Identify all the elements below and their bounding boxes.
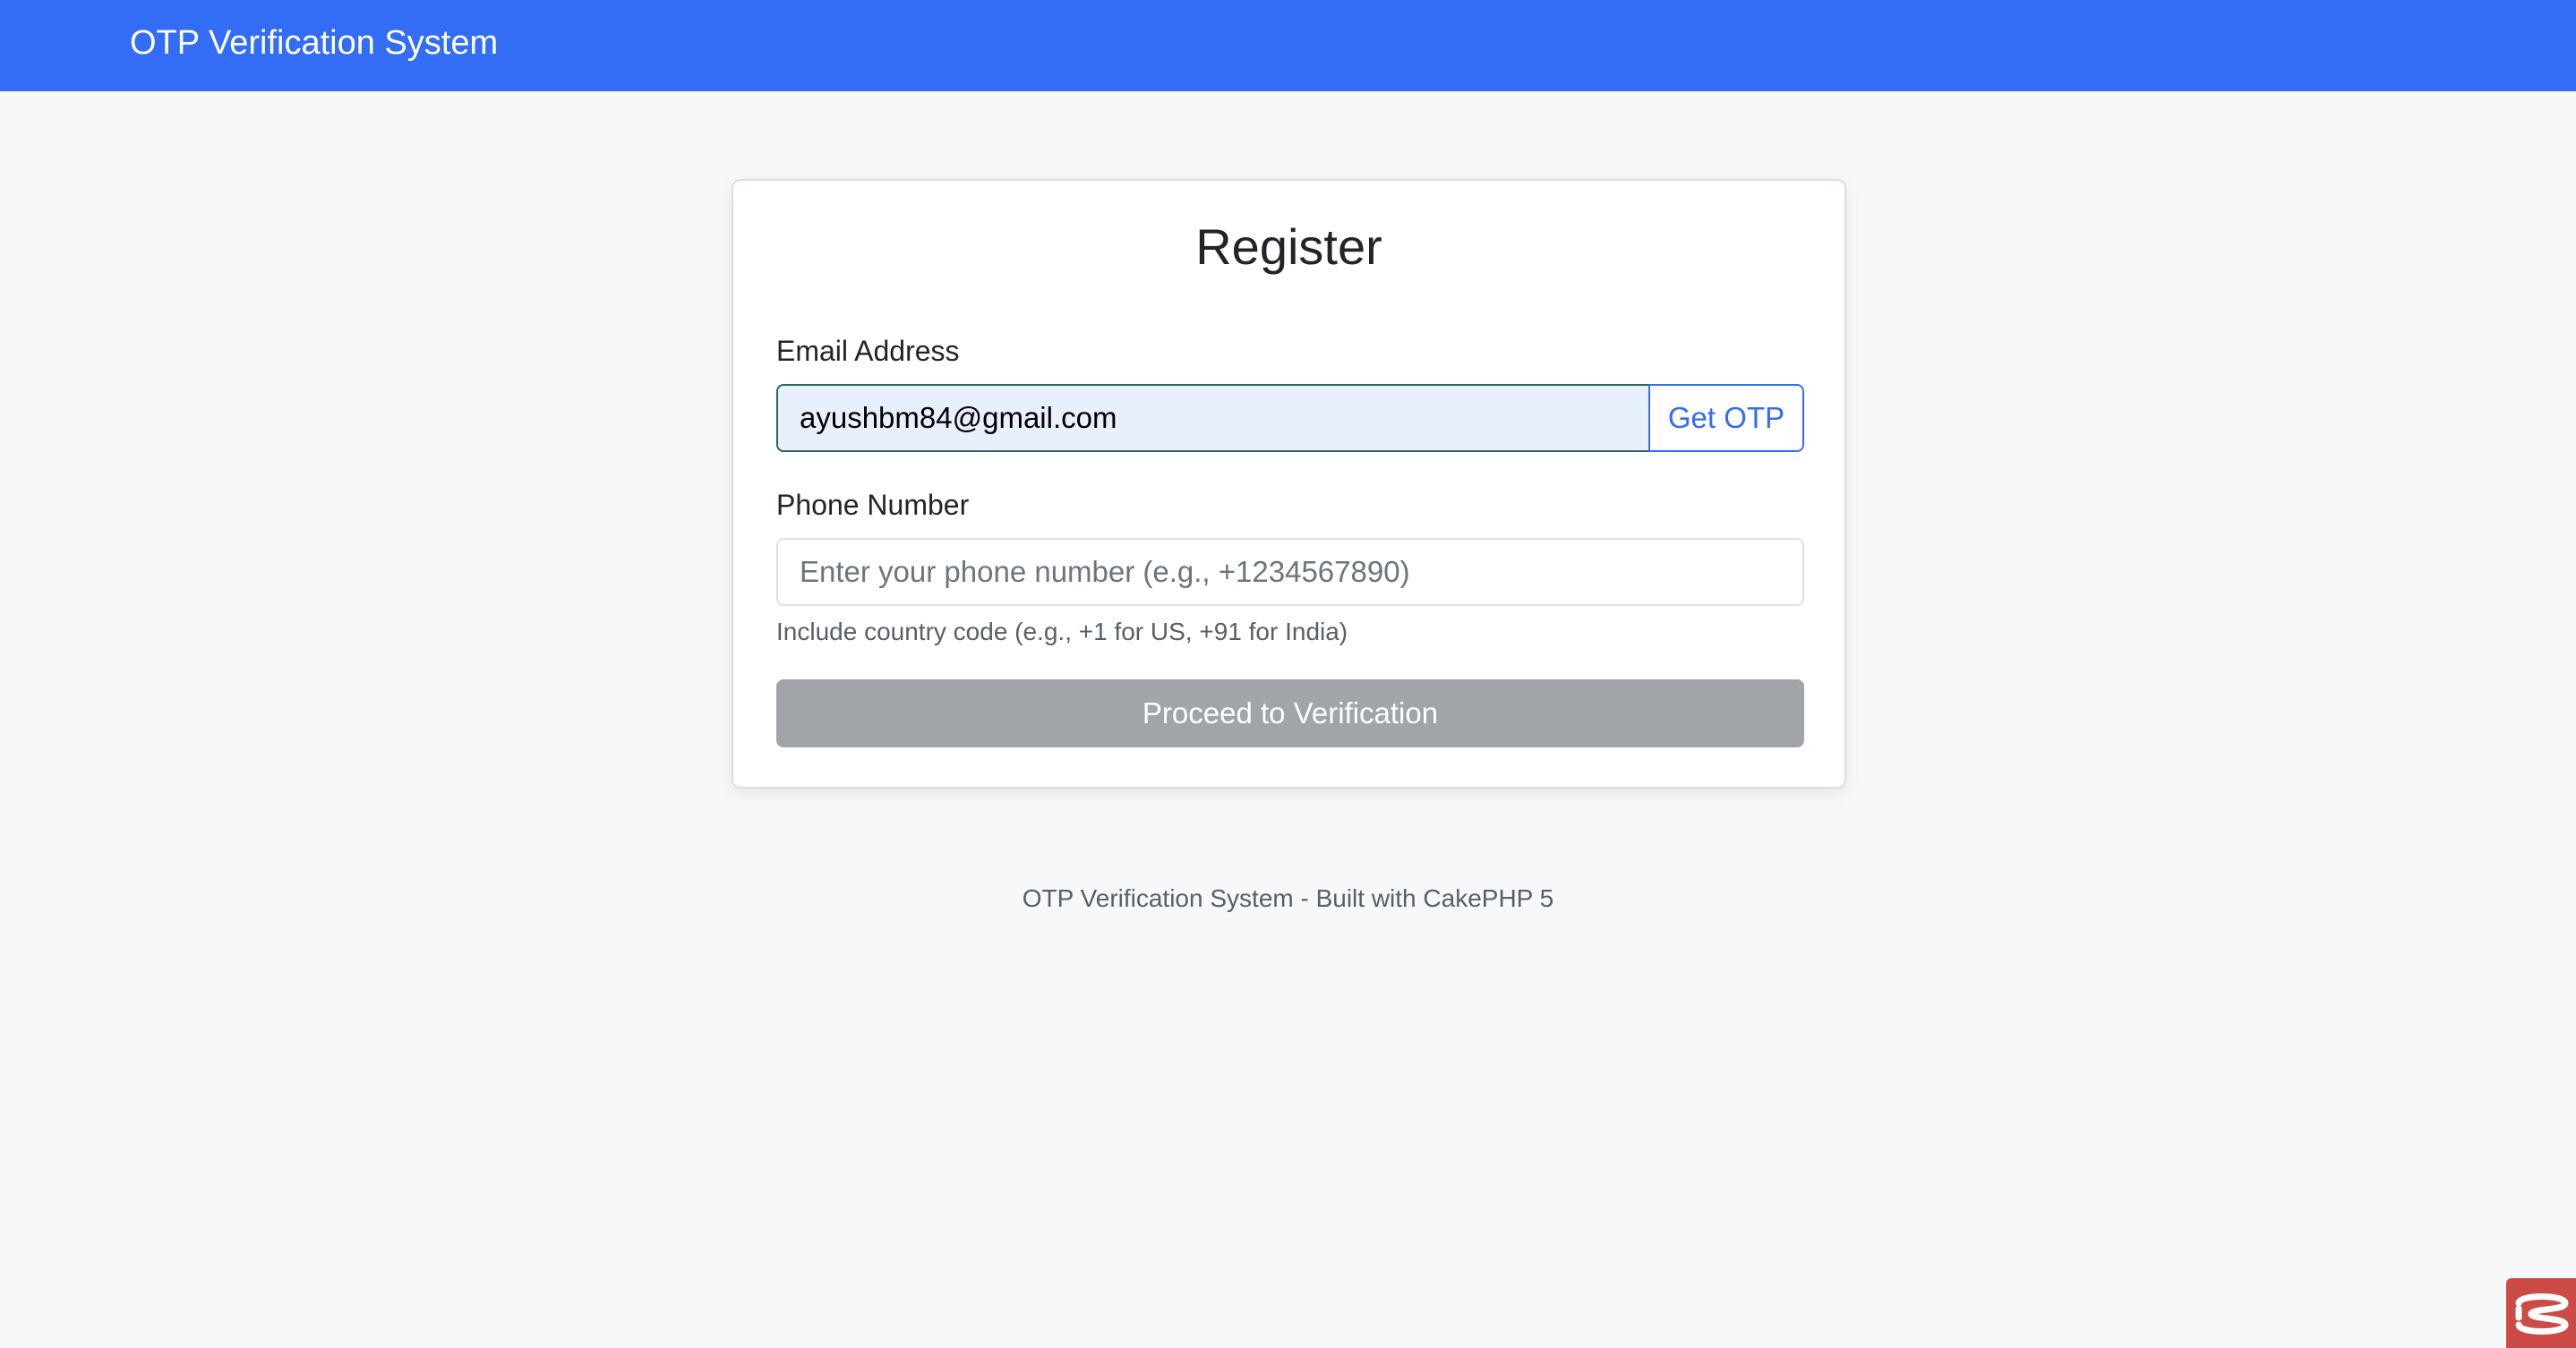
email-input[interactable] — [776, 384, 1648, 452]
phone-input[interactable] — [776, 538, 1804, 606]
cakephp-debugkit-icon — [2515, 1293, 2569, 1335]
navbar-brand[interactable]: OTP Verification System — [130, 0, 498, 91]
proceed-to-verification-button[interactable]: Proceed to Verification — [776, 679, 1804, 747]
phone-help-text: Include country code (e.g., +1 for US, +… — [776, 618, 1348, 645]
get-otp-button[interactable]: Get OTP — [1648, 384, 1804, 452]
page-title: Register — [1195, 218, 1382, 275]
debug-toolbar-button[interactable] — [2506, 1278, 2576, 1348]
register-card: Register Email Address Get OTP Phone Num… — [732, 179, 1846, 789]
email-input-group: Get OTP — [776, 384, 1804, 452]
email-label: Email Address — [776, 335, 960, 367]
top-navbar: OTP Verification System — [0, 0, 2576, 91]
footer-text: OTP Verification System - Built with Cak… — [1022, 884, 1554, 912]
phone-label: Phone Number — [776, 489, 970, 521]
